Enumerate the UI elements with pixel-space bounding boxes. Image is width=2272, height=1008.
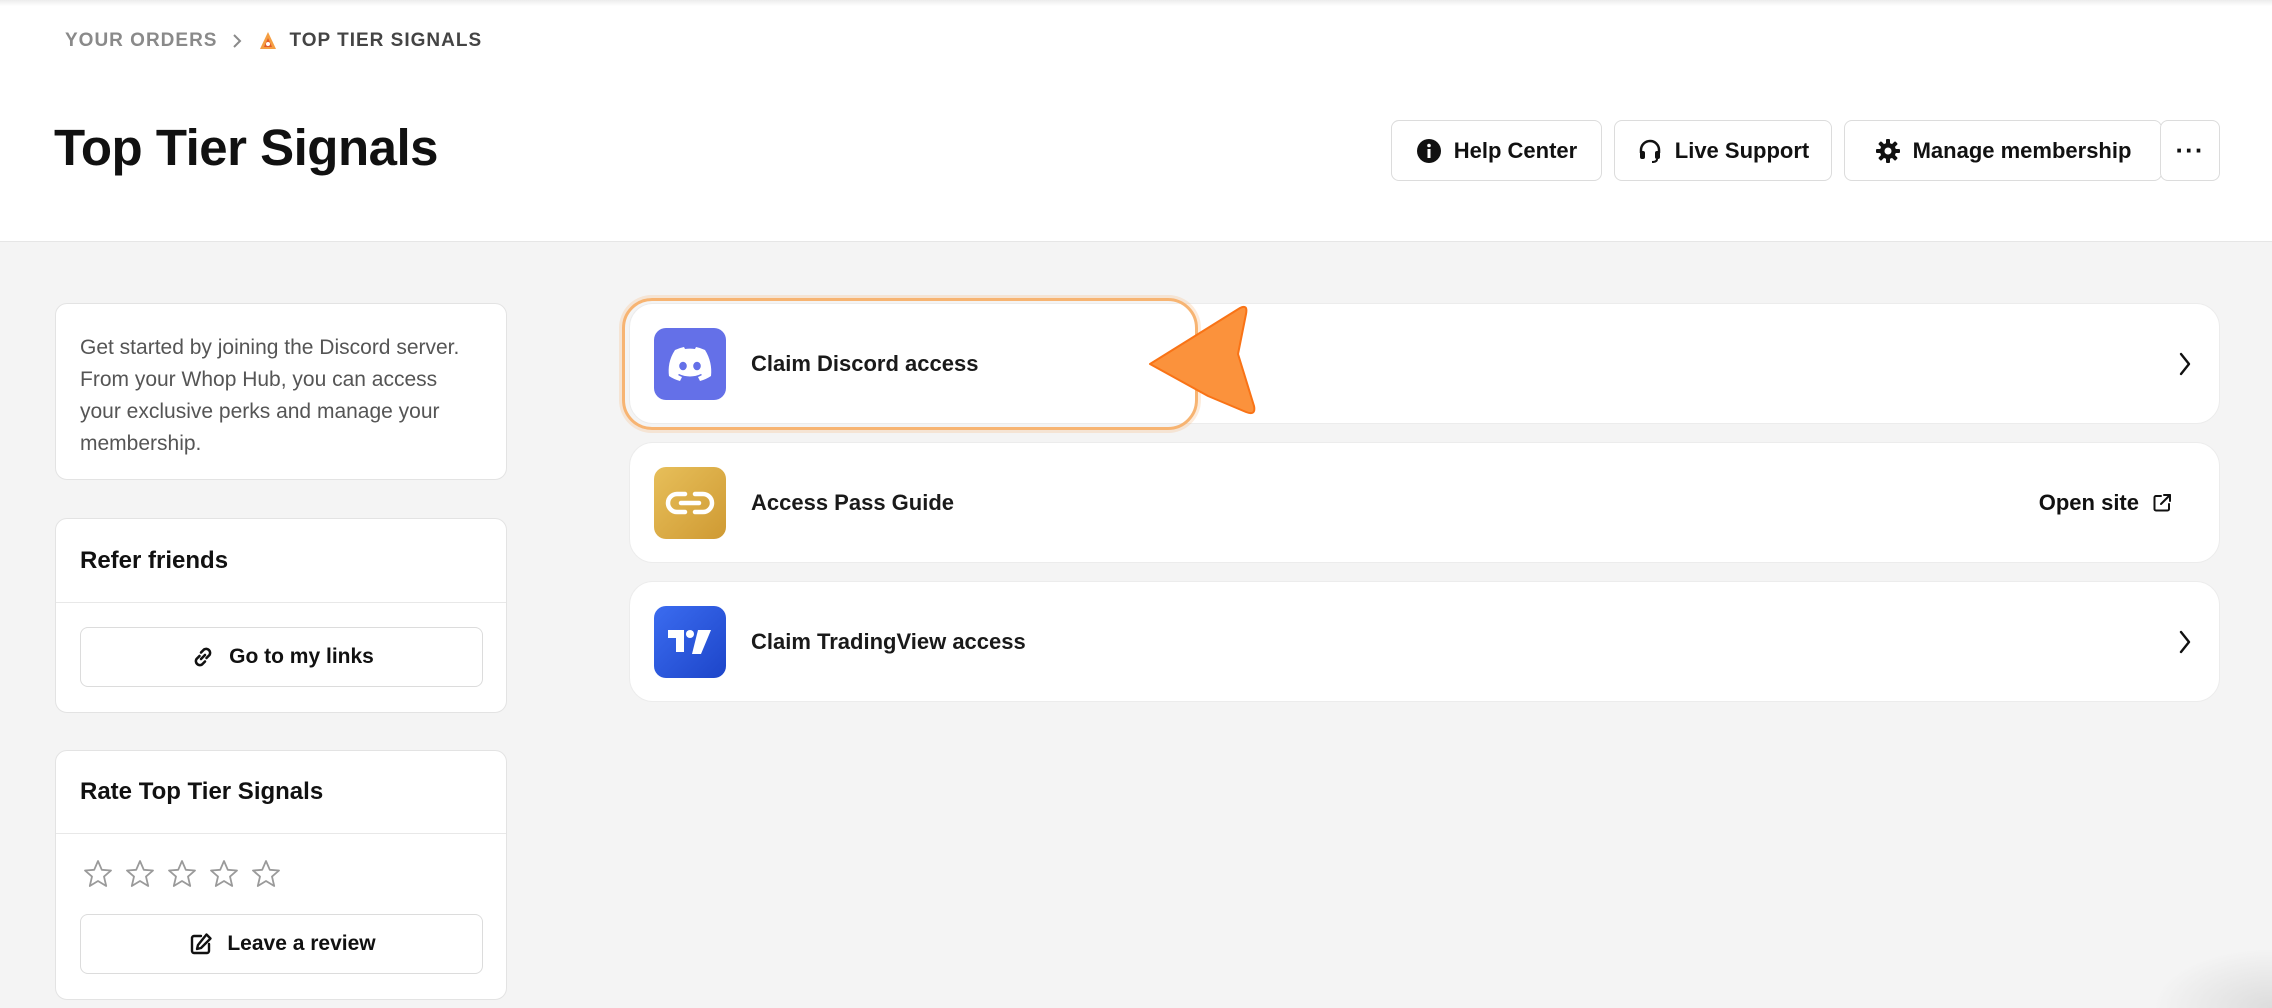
edit-icon (187, 930, 215, 958)
open-site-link[interactable]: Open site (2039, 490, 2173, 516)
claim-tradingview-label: Claim TradingView access (751, 628, 1026, 654)
live-support-label: Live Support (1674, 137, 1810, 163)
open-site-label: Open site (2038, 489, 2139, 515)
chevron-right-icon (2173, 627, 2197, 657)
link-icon (189, 643, 217, 671)
access-pass-guide-row[interactable]: Access Pass Guide Open site (629, 442, 2220, 563)
headset-icon (1637, 138, 1663, 164)
star-icon[interactable] (246, 856, 286, 892)
breadcrumb: YOUR ORDERS TOP TIER SIGNALS (65, 28, 482, 54)
star-icon[interactable] (204, 856, 244, 892)
manage-membership-button[interactable]: Manage membership (1844, 120, 2162, 181)
corner-shade (2152, 948, 2272, 1008)
go-to-my-links-button[interactable]: Go to my links (80, 627, 483, 687)
gear-icon (1875, 138, 1901, 164)
top-shadow (0, 0, 2272, 6)
external-link-icon (2151, 492, 2173, 514)
refer-friends-card: Refer friends Go to my links (55, 518, 507, 713)
intro-card: Get started by joining the Discord serve… (55, 303, 507, 480)
breadcrumb-your-orders[interactable]: YOUR ORDERS (65, 30, 217, 52)
refer-friends-title: Refer friends (56, 519, 506, 603)
star-icon[interactable] (78, 856, 118, 892)
intro-text: Get started by joining the Discord serve… (80, 336, 460, 455)
page-title: Top Tier Signals (54, 119, 439, 176)
access-pass-guide-label: Access Pass Guide (751, 489, 955, 515)
tradingview-icon (654, 605, 726, 678)
breadcrumb-current[interactable]: TOP TIER SIGNALS (289, 30, 482, 52)
help-center-button[interactable]: Help Center (1391, 120, 1602, 181)
manage-membership-label: Manage membership (1912, 137, 2132, 163)
leave-review-button[interactable]: Leave a review (80, 914, 483, 974)
live-support-button[interactable]: Live Support (1614, 120, 1832, 181)
discord-icon (654, 327, 726, 400)
go-to-my-links-label: Go to my links (229, 645, 374, 668)
info-icon (1416, 138, 1442, 164)
claim-tradingview-access-row[interactable]: Claim TradingView access (629, 581, 2220, 702)
more-options-button[interactable]: ··· (2160, 120, 2220, 181)
flame-logo-icon (257, 30, 279, 52)
rate-title: Rate Top Tier Signals (56, 751, 506, 834)
chevron-right-icon (231, 33, 243, 49)
claim-discord-access-row[interactable]: Claim Discord access (629, 303, 2220, 424)
page-header: YOUR ORDERS TOP TIER SIGNALS Top Tier Si… (0, 0, 2272, 242)
rate-card: Rate Top Tier Signals Leave a review (55, 750, 507, 1000)
leave-review-label: Leave a review (227, 932, 376, 955)
star-icon[interactable] (120, 856, 160, 892)
help-center-label: Help Center (1453, 137, 1578, 163)
star-rating[interactable] (78, 856, 288, 892)
ellipsis-icon: ··· (2175, 135, 2205, 165)
chevron-right-icon (2173, 349, 2197, 379)
pointer-arrow-icon (1148, 304, 1258, 424)
claim-discord-label: Claim Discord access (751, 350, 979, 376)
star-icon[interactable] (162, 856, 202, 892)
link-icon (654, 466, 726, 539)
